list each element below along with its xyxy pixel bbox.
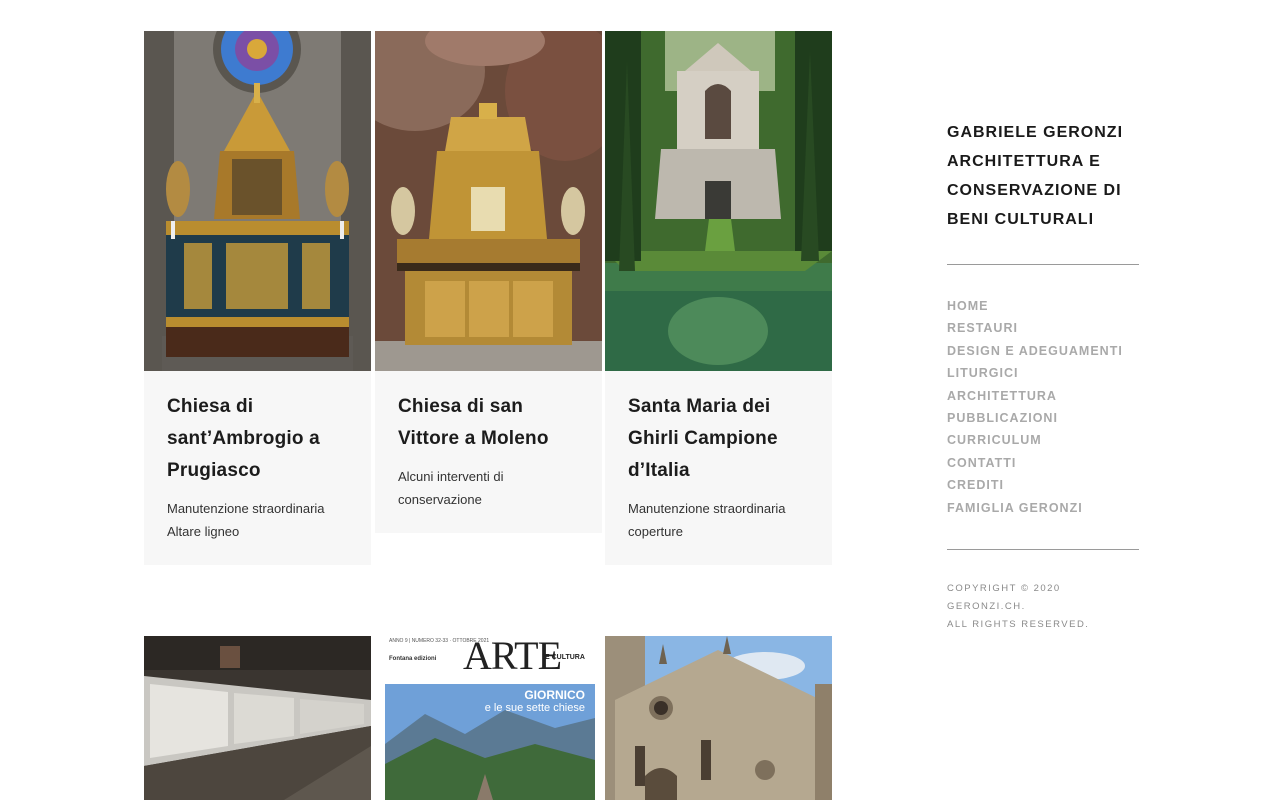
project-description-line: Alcuni interventi di (398, 469, 504, 484)
project-card-facade[interactable] (605, 636, 832, 800)
project-title[interactable]: Chiesa di sant’Ambrogio a Prugiasco (167, 391, 348, 487)
magazine-cover-photo: GIORNICO e le sue sette chiese (385, 684, 595, 800)
nav-home[interactable]: HOME (947, 295, 1139, 317)
project-image-facade[interactable] (605, 636, 832, 800)
project-card-ghirli[interactable]: Santa Maria dei Ghirli Campione d’Italia… (605, 31, 832, 565)
project-image-moleno[interactable] (375, 31, 602, 371)
magazine-cover-line2: e le sue sette chiese (484, 702, 585, 714)
project-image-exhibition[interactable] (144, 636, 371, 800)
project-body-ghirli: Santa Maria dei Ghirli Campione d’Italia… (605, 371, 832, 565)
project-card-exhibition[interactable] (144, 636, 371, 800)
site-title[interactable]: GABRIELE GERONZI ARCHITETTURA E CONSERVA… (947, 118, 1139, 234)
sidebar: GABRIELE GERONZI ARCHITETTURA E CONSERVA… (947, 118, 1139, 634)
copyright-line: COPYRIGHT © 2020 GERONZI.CH. (947, 583, 1061, 613)
magazine-masthead-sub: E CULTURA (545, 654, 585, 661)
project-description: Alcuni interventi di conservazione (398, 465, 579, 511)
project-title[interactable]: Chiesa di san Vittore a Moleno (398, 391, 579, 455)
project-title[interactable]: Santa Maria dei Ghirli Campione d’Italia (628, 391, 809, 487)
nav-architettura[interactable]: ARCHITETTURA (947, 385, 1139, 407)
project-description-line: conservazione (398, 492, 482, 507)
nav-liturgici[interactable]: LITURGICI (947, 362, 1139, 384)
project-body-moleno: Chiesa di san Vittore a Moleno Alcuni in… (375, 371, 602, 533)
project-description: Manutenzione straordinaria coperture (628, 497, 809, 543)
nav-curriculum[interactable]: CURRICULUM (947, 429, 1139, 451)
nav-crediti[interactable]: CREDITI (947, 474, 1139, 496)
magazine-publisher: Fontana edizioni (389, 656, 437, 662)
nav-famiglia-geronzi[interactable]: FAMIGLIA GERONZI (947, 497, 1139, 519)
project-card-moleno[interactable]: Chiesa di san Vittore a Moleno Alcuni in… (375, 31, 602, 533)
magazine-cover-line1: GIORNICO (524, 688, 585, 702)
nav-contatti[interactable]: CONTATTI (947, 452, 1139, 474)
project-description-line: coperture (628, 524, 683, 539)
main-nav: HOME RESTAURI DESIGN E ADEGUAMENTI LITUR… (947, 295, 1139, 519)
nav-pubblicazioni[interactable]: PUBBLICAZIONI (947, 407, 1139, 429)
copyright: COPYRIGHT © 2020 GERONZI.CH. ALL RIGHTS … (947, 580, 1139, 634)
project-description: Manutenzione straordinaria Altare ligneo (167, 497, 348, 543)
project-description-line: Manutenzione straordinaria (628, 501, 786, 516)
project-description-line: Altare ligneo (167, 524, 240, 539)
project-card-prugiasco[interactable]: Chiesa di sant’Ambrogio a Prugiasco Manu… (144, 31, 371, 565)
nav-design-e-adeguamenti[interactable]: DESIGN E ADEGUAMENTI (947, 340, 1139, 362)
project-image-prugiasco[interactable] (144, 31, 371, 371)
magazine-cover: ANNO 9 | NUMERO 32-33 · OTTOBRE 2021 Fon… (385, 636, 595, 800)
project-image-ghirli[interactable] (605, 31, 832, 371)
project-card-magazine[interactable]: ANNO 9 | NUMERO 32-33 · OTTOBRE 2021 Fon… (375, 636, 602, 800)
divider (947, 264, 1139, 265)
project-image-magazine[interactable]: ANNO 9 | NUMERO 32-33 · OTTOBRE 2021 Fon… (375, 636, 602, 800)
nav-restauri[interactable]: RESTAURI (947, 317, 1139, 339)
divider (947, 549, 1139, 551)
project-description-line: Manutenzione straordinaria (167, 501, 325, 516)
project-body-prugiasco: Chiesa di sant’Ambrogio a Prugiasco Manu… (144, 371, 371, 565)
copyright-line: ALL RIGHTS RESERVED. (947, 619, 1090, 631)
